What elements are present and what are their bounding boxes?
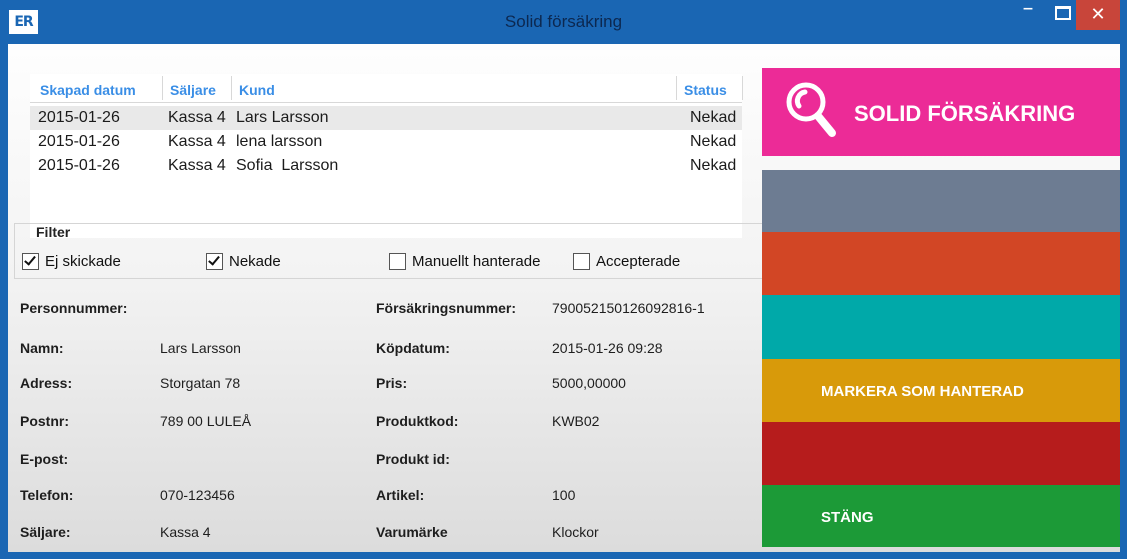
filter-border <box>14 223 766 279</box>
label-forsakringsnummer: Försäkringsnummer: <box>376 300 517 316</box>
value-pris: 5000,00000 <box>552 375 626 391</box>
filter-title: Filter <box>36 224 71 240</box>
checkbox-checked-icon[interactable] <box>22 253 39 270</box>
close-window-button[interactable]: ✕ <box>1076 0 1120 30</box>
cell-customer: Sofia Larsson <box>236 157 339 174</box>
cell-created: 2015-01-26 <box>38 133 120 150</box>
close-app-label: STÄNG <box>821 509 874 526</box>
value-varumarke: Klockor <box>552 524 599 540</box>
value-telefon: 070-123456 <box>160 487 235 503</box>
column-divider <box>231 76 232 100</box>
checkbox-label: Ej skickade <box>45 253 121 270</box>
checkbox-manuellt-hanterade[interactable]: Manuellt hanterade <box>389 253 540 270</box>
value-kopdatum: 2015-01-26 09:28 <box>552 340 663 356</box>
value-postnr: 789 00 LULEÅ <box>160 413 252 429</box>
label-varumarke: Varumärke <box>376 524 448 540</box>
title-bar: ER Solid försäkring – ✕ <box>0 0 1127 44</box>
label-pris: Pris: <box>376 375 408 391</box>
value-namn: Lars Larsson <box>160 340 241 356</box>
cell-customer: lena larsson <box>236 133 323 150</box>
column-divider <box>742 76 743 100</box>
column-header-seller[interactable]: Säljare <box>170 82 216 98</box>
checkbox-label: Nekade <box>229 253 281 270</box>
value-adress: Storgatan 78 <box>160 375 241 391</box>
value-produktkod: KWB02 <box>552 413 600 429</box>
label-personnummer: Personnummer: <box>20 300 128 316</box>
checkbox-checked-icon[interactable] <box>206 253 223 270</box>
empty-tile-red[interactable] <box>762 422 1120 485</box>
cell-status: Nekad <box>690 157 737 174</box>
checkbox-nekade[interactable]: Nekade <box>206 253 281 270</box>
value-forsakringsnummer: 790052150126092816-1 <box>552 300 705 316</box>
column-header-customer[interactable]: Kund <box>239 82 275 98</box>
cell-created: 2015-01-26 <box>38 157 120 174</box>
cell-seller: Kassa 4 <box>168 133 226 150</box>
label-kopdatum: Köpdatum: <box>376 340 450 356</box>
table-row[interactable]: 2015-01-26 Kassa 4 Lars Larsson Nekad <box>30 106 742 130</box>
checkbox-unchecked-icon[interactable] <box>573 253 590 270</box>
value-saljare: Kassa 4 <box>160 524 211 540</box>
value-artikel: 100 <box>552 487 576 503</box>
logo-text: SOLID FÖRSÄKRING <box>854 101 1076 126</box>
column-divider <box>162 76 163 100</box>
checkbox-ej-skickade[interactable]: Ej skickade <box>22 253 121 270</box>
cell-status: Nekad <box>690 133 737 150</box>
search-icon <box>786 82 836 137</box>
checkbox-unchecked-icon[interactable] <box>389 253 406 270</box>
cell-customer: Lars Larsson <box>236 109 329 126</box>
cell-created: 2015-01-26 <box>38 109 120 126</box>
header-divider <box>30 102 742 103</box>
cell-seller: Kassa 4 <box>168 157 226 174</box>
empty-tile-orange[interactable] <box>762 232 1120 295</box>
checkbox-label: Accepterade <box>596 253 681 270</box>
mark-handled-button[interactable]: MARKERA SOM HANTERAD <box>762 359 1120 422</box>
label-epost: E-post: <box>20 451 69 467</box>
close-icon: ✕ <box>1090 4 1106 25</box>
label-namn: Namn: <box>20 340 64 356</box>
empty-tile-teal[interactable] <box>762 295 1120 359</box>
maximize-icon <box>1055 6 1071 20</box>
logo-tile: SOLID FÖRSÄKRING <box>762 68 1120 156</box>
checkbox-accepterade[interactable]: Accepterade <box>573 253 680 270</box>
cell-seller: Kassa 4 <box>168 109 226 126</box>
checkbox-label: Manuellt hanterade <box>412 253 541 270</box>
app-window: ER Solid försäkring – ✕ Skapad datum Säl… <box>0 0 1127 559</box>
close-app-button[interactable]: STÄNG <box>762 485 1120 547</box>
cell-status: Nekad <box>690 109 737 126</box>
minimize-button[interactable]: – <box>1010 0 1046 30</box>
column-divider <box>676 76 677 100</box>
label-saljare: Säljare: <box>20 524 71 540</box>
mark-handled-label: MARKERA SOM HANTERAD <box>821 383 1024 400</box>
table-row[interactable]: 2015-01-26 Kassa 4 lena larsson Nekad <box>30 130 742 154</box>
table-row[interactable]: 2015-01-26 Kassa 4 Sofia Larsson Nekad <box>30 154 742 178</box>
label-produktid: Produkt id: <box>376 451 450 467</box>
column-header-created[interactable]: Skapad datum <box>40 82 136 98</box>
label-telefon: Telefon: <box>20 487 74 503</box>
window-title: Solid försäkring <box>504 12 623 31</box>
label-postnr: Postnr: <box>20 413 69 429</box>
label-artikel: Artikel: <box>376 487 425 503</box>
empty-tile-slate[interactable] <box>762 170 1120 232</box>
label-produktkod: Produktkod: <box>376 413 459 429</box>
column-header-status[interactable]: Status <box>684 82 727 98</box>
label-adress: Adress: <box>20 375 73 391</box>
